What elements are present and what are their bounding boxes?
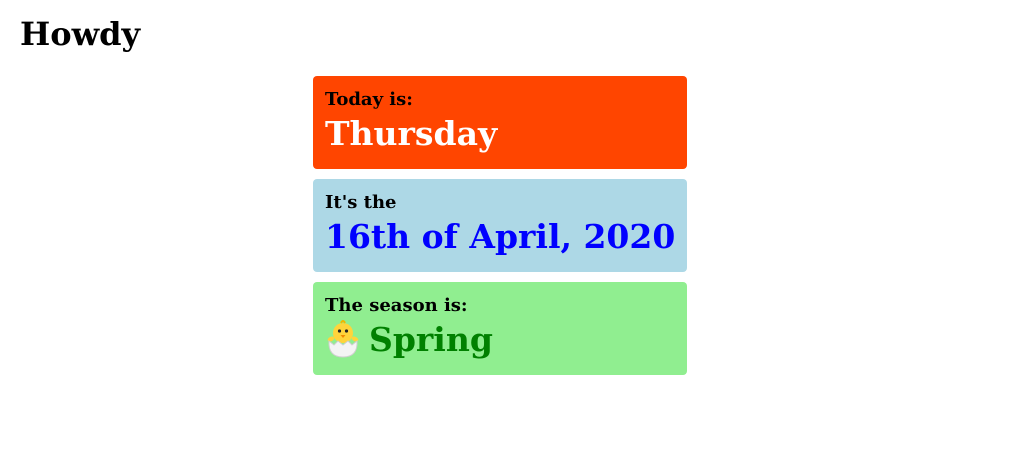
season-value-text: Spring [369, 320, 493, 359]
day-value: Thursday [325, 112, 675, 156]
day-label: Today is: [325, 89, 413, 110]
date-card: It's the 16th of April, 2020 [313, 179, 687, 272]
day-card: Today is: Thursday [313, 76, 687, 169]
page-title: Howdy [20, 15, 141, 53]
season-value: Spring [325, 318, 675, 362]
hatching-chick-icon [325, 319, 361, 359]
day-value-text: Thursday [325, 114, 498, 153]
season-card: The season is: Spring [313, 282, 687, 375]
season-label: The season is: [325, 295, 468, 316]
date-value: 16th of April, 2020 [325, 215, 675, 259]
info-cards: Today is: Thursday It's the 16th of Apri… [313, 76, 687, 385]
date-value-text: 16th of April, 2020 [325, 217, 676, 256]
date-label: It's the [325, 192, 397, 213]
